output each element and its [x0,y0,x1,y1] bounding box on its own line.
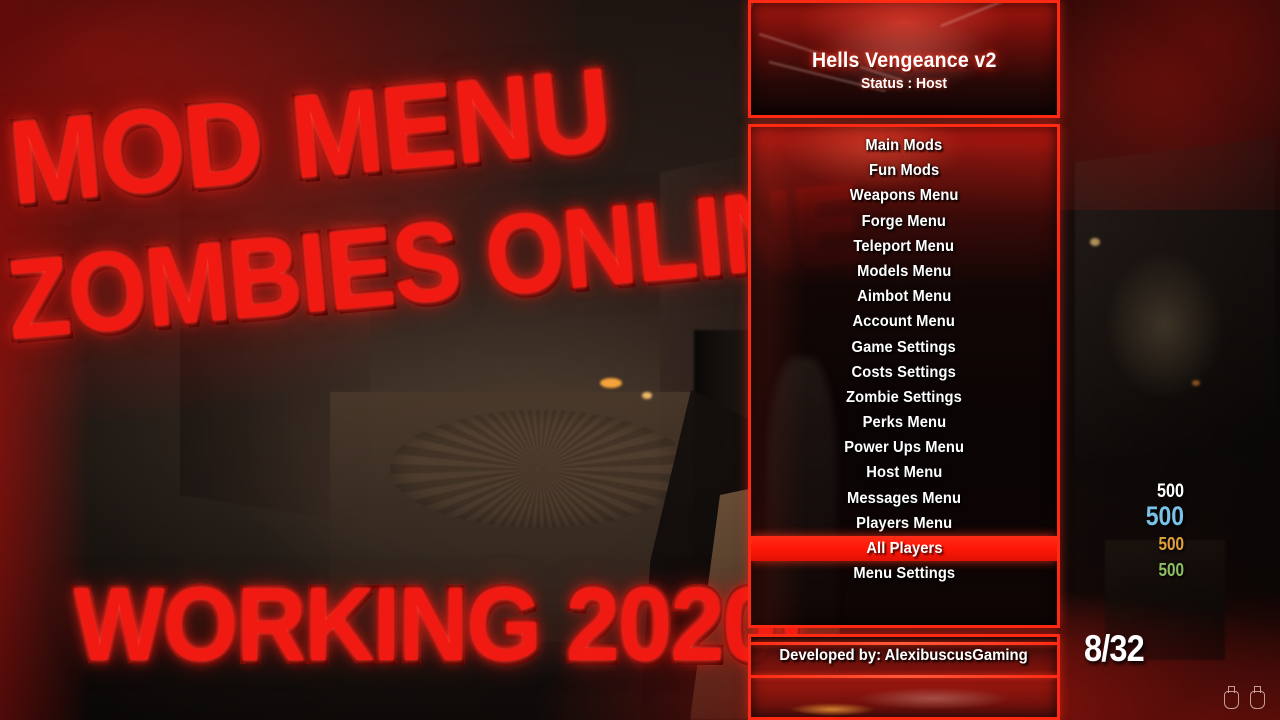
menu-item-label: Forge Menu [861,212,947,230]
menu-item-account-menu[interactable]: Account Menu [751,309,1057,334]
footer-divider-bottom [751,675,1057,678]
menu-item-label: Account Menu [852,313,956,331]
mod-menu: Hells Vengeance v2 Status : Host Main Mo… [748,0,1060,720]
footer-divider-top [751,642,1057,645]
menu-item-label: Weapons Menu [849,187,959,205]
menu-item-label: Costs Settings [851,363,957,381]
mod-menu-list[interactable]: Main Mods Fun Mods Weapons Menu Forge Menu T… [748,124,1060,628]
mod-menu-title: Hells Vengeance v2 [811,49,997,72]
menu-item-label: Fun Mods [868,162,940,180]
menu-item-host-menu[interactable]: Host Menu [751,460,1057,485]
menu-item-all-players[interactable]: All Players [751,536,1057,562]
menu-item-label: Models Menu [856,262,952,280]
scene-spark [600,378,622,388]
scene-spark [642,392,652,399]
scene-right-light [1105,250,1225,400]
hud-point-value-1: 500 [1157,481,1184,502]
menu-item-label: Perks Menu [862,414,946,432]
hud-points-group: 500 500 500 500 [1064,482,1184,579]
scene-spark [1090,238,1100,246]
mod-menu-footer: Developed by: AlexibuscusGaming [748,634,1060,720]
menu-item-power-ups-menu[interactable]: Power Ups Menu [751,435,1057,460]
menu-item-models-menu[interactable]: Models Menu [751,259,1057,284]
menu-item-forge-menu[interactable]: Forge Menu [751,209,1057,234]
menu-item-messages-menu[interactable]: Messages Menu [751,486,1057,511]
menu-item-teleport-menu[interactable]: Teleport Menu [751,234,1057,259]
menu-item-main-mods[interactable]: Main Mods [751,133,1057,158]
menu-item-label: All Players [865,540,943,557]
menu-item-zombie-settings[interactable]: Zombie Settings [751,385,1057,410]
mod-menu-header: Hells Vengeance v2 Status : Host [748,0,1060,118]
mod-menu-status: Status : Host [860,75,948,92]
menu-item-weapons-menu[interactable]: Weapons Menu [751,183,1057,208]
menu-item-fun-mods[interactable]: Fun Mods [751,158,1057,183]
menu-item-label: Teleport Menu [853,237,955,255]
hud-point-value-4: 500 [1158,560,1184,580]
grenade-icon [1248,686,1265,709]
menu-item-label: Players Menu [855,514,952,532]
hud-point-value-3: 500 [1158,534,1184,554]
menu-item-aimbot-menu[interactable]: Aimbot Menu [751,284,1057,309]
screenshot-stage: MOD MENU ZOMBIES ONLINE WORKING 2020! He… [0,0,1280,720]
grenade-icon [1222,686,1239,709]
menu-item-label: Menu Settings [853,565,955,583]
menu-item-label: Zombie Settings [846,388,962,406]
menu-item-label: Messages Menu [846,489,962,507]
menu-item-costs-settings[interactable]: Costs Settings [751,360,1057,385]
menu-item-menu-settings[interactable]: Menu Settings [751,561,1057,586]
footer-swoosh-graphic [773,685,1041,717]
menu-item-label: Host Menu [865,464,943,482]
menu-item-game-settings[interactable]: Game Settings [751,335,1057,360]
menu-item-label: Power Ups Menu [844,439,964,457]
header-text-block: Hells Vengeance v2 Status : Host [751,49,1057,92]
menu-item-label: Aimbot Menu [856,288,952,306]
menu-item-perks-menu[interactable]: Perks Menu [751,410,1057,435]
menu-item-players-menu[interactable]: Players Menu [751,511,1057,536]
hud-ammo-counter: 8/32 [1084,628,1145,669]
developer-credit: Developed by: AlexibuscusGaming [751,647,1057,665]
menu-item-label: Game Settings [851,338,957,356]
scene-spark [1192,380,1200,386]
hud-point-value-2: 500 [1145,501,1184,531]
hud-grenade-group [1222,686,1265,709]
developer-credit-text: Developed by: AlexibuscusGaming [779,647,1029,664]
menu-item-label: Main Mods [865,137,943,154]
